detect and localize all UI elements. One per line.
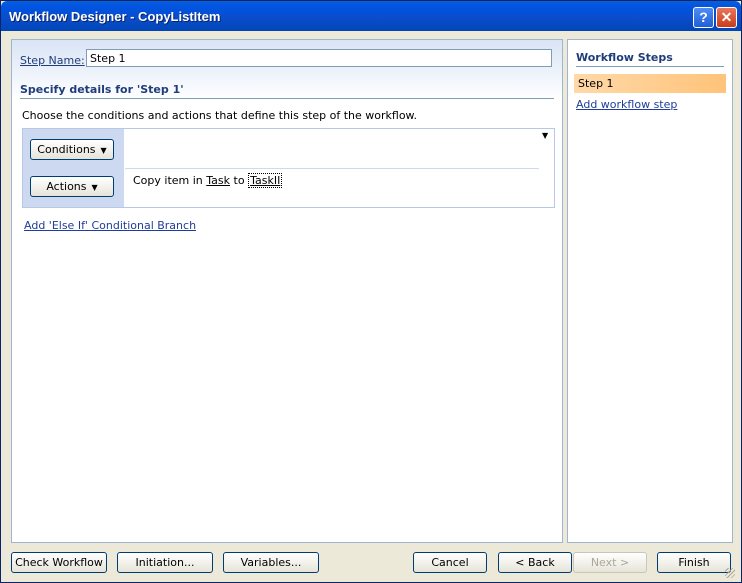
workflow-step-item[interactable]: Step 1 bbox=[574, 74, 726, 93]
details-divider bbox=[20, 98, 554, 99]
check-workflow-button[interactable]: Check Workflow bbox=[11, 552, 107, 573]
steps-divider bbox=[576, 66, 724, 67]
target-list-link[interactable]: TaskII bbox=[248, 173, 283, 188]
step-details-panel: Step Name: Specify details for 'Step 1' … bbox=[11, 39, 563, 543]
workflow-steps-panel: Workflow Steps Step 1 Add workflow step bbox=[567, 39, 733, 543]
help-icon: ? bbox=[699, 9, 708, 25]
help-button[interactable]: ? bbox=[693, 7, 714, 28]
dialog-body: Step Name: Specify details for 'Step 1' … bbox=[5, 31, 737, 580]
cancel-button[interactable]: Cancel bbox=[413, 552, 487, 573]
copy-item-action: Copy item in Task to TaskII bbox=[133, 173, 283, 188]
step-name-label: Step Name: bbox=[20, 54, 85, 67]
title-bar[interactable]: Workflow Designer - CopyListItem ? ✕ bbox=[1, 1, 741, 31]
rule-button-column: Conditions ▼ Actions ▼ bbox=[23, 129, 124, 207]
next-button[interactable]: Next > bbox=[573, 552, 647, 573]
source-list-link[interactable]: Task bbox=[206, 174, 230, 187]
rule-menu-dropdown-icon[interactable]: ▼ bbox=[542, 131, 548, 140]
add-workflow-step-link[interactable]: Add workflow step bbox=[576, 98, 677, 111]
back-button[interactable]: < Back bbox=[498, 552, 572, 573]
actions-button[interactable]: Actions ▼ bbox=[30, 176, 114, 197]
chevron-down-icon: ▼ bbox=[100, 146, 107, 155]
initiation-button[interactable]: Initiation... bbox=[117, 552, 213, 573]
add-else-if-branch-link[interactable]: Add 'Else If' Conditional Branch bbox=[24, 219, 196, 232]
conditions-button[interactable]: Conditions ▼ bbox=[30, 139, 114, 160]
close-button[interactable]: ✕ bbox=[716, 7, 737, 28]
variables-button[interactable]: Variables... bbox=[223, 552, 319, 573]
workflow-designer-window: Workflow Designer - CopyListItem ? ✕ Ste… bbox=[0, 0, 742, 583]
details-heading: Specify details for 'Step 1' bbox=[20, 83, 184, 96]
resize-grip-icon[interactable] bbox=[725, 568, 735, 578]
close-icon: ✕ bbox=[720, 9, 733, 25]
rule-editor: Conditions ▼ Actions ▼ ▼ Copy item in Task… bbox=[22, 128, 555, 208]
window-title: Workflow Designer - CopyListItem bbox=[9, 9, 221, 24]
rule-divider bbox=[125, 168, 539, 169]
workflow-steps-title: Workflow Steps bbox=[576, 51, 673, 64]
step-name-input[interactable] bbox=[86, 49, 552, 67]
chevron-down-icon: ▼ bbox=[91, 183, 98, 192]
step-description: Choose the conditions and actions that d… bbox=[22, 109, 418, 122]
finish-button[interactable]: Finish bbox=[657, 552, 731, 573]
